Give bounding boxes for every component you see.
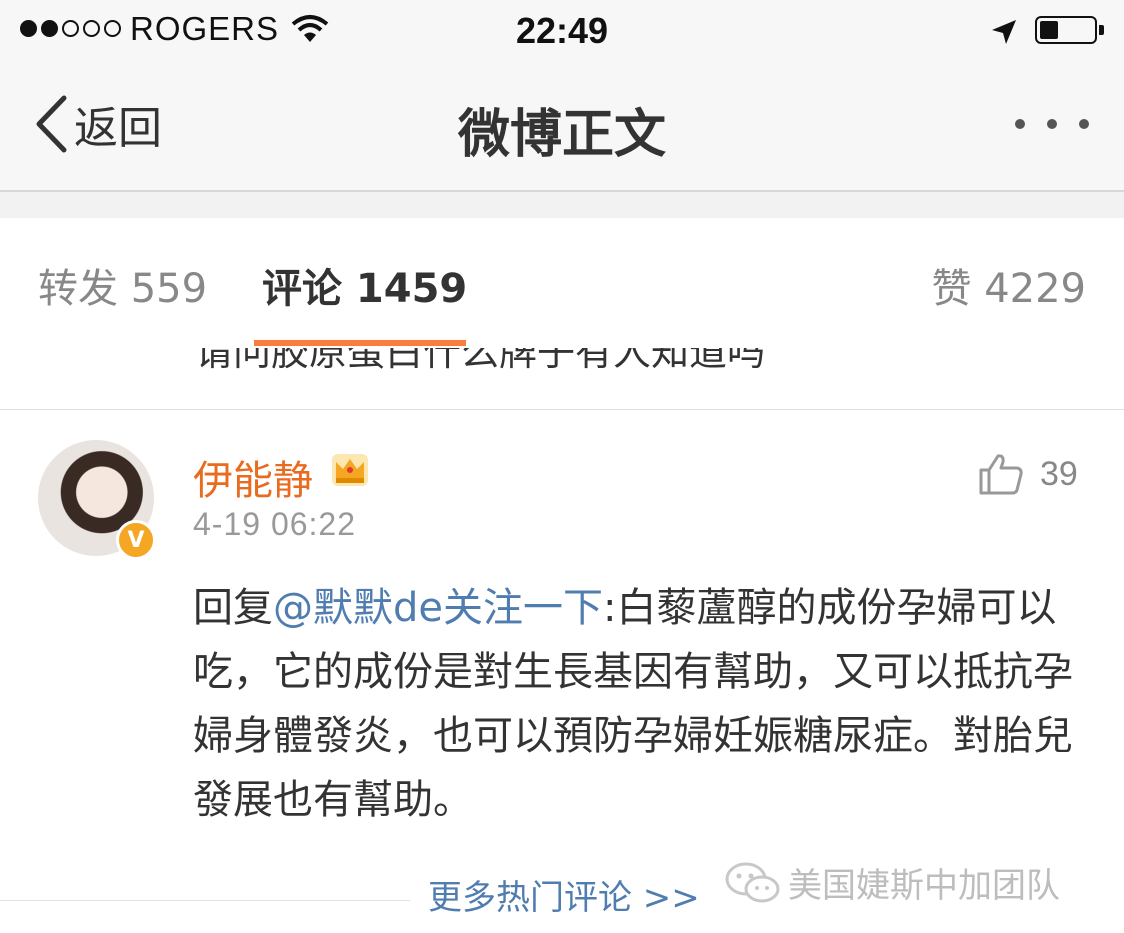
more-hot-comments-link[interactable]: 更多热门评论 >> [428, 870, 700, 919]
comment-username[interactable]: 伊能静 [193, 448, 313, 506]
divider [0, 900, 410, 901]
status-bar: ROGERS 22:49 [0, 0, 1124, 64]
wechat-icon [725, 862, 780, 902]
comment-text: 回复@默默de关注一下:白藜蘆醇的成份孕婦可以吃，它的成份是對生長基因有幫助，又… [193, 576, 1073, 832]
tab-reposts[interactable]: 转发 559 [38, 256, 207, 314]
reply-prefix: 回复 [193, 585, 273, 631]
battery-icon [1035, 16, 1097, 44]
thumbs-up-icon [979, 454, 1023, 495]
like-count: 39 [1040, 454, 1078, 493]
watermark-text: 美国婕斯中加团队 [788, 866, 1060, 906]
tab-comments[interactable]: 评论 1459 [262, 256, 467, 314]
divider [0, 409, 1124, 410]
mention-link[interactable]: @默默de关注一下 [273, 585, 603, 631]
location-arrow-icon [992, 20, 1016, 44]
crown-icon [332, 454, 368, 486]
verified-badge-icon: V [116, 520, 156, 560]
active-tab-indicator [254, 340, 466, 346]
comment-list: 请问胶原蛋白什么牌子有人知道吗 V 伊能静 4-19 06:22 39 回复@默… [0, 348, 1124, 933]
battery-tip [1099, 25, 1104, 35]
watermark: 美国婕斯中加团队 [724, 858, 1060, 907]
status-time: 22:49 [515, 10, 609, 51]
comment-timestamp: 4-19 06:22 [193, 506, 357, 542]
like-button[interactable]: 39 [978, 452, 1078, 496]
tab-likes[interactable]: 赞 4229 [931, 256, 1086, 314]
more-dots-icon[interactable] [1015, 119, 1089, 129]
page-title: 微博正文 [457, 105, 666, 165]
tab-bar: 转发 559 评论 1459 赞 4229 [0, 218, 1124, 349]
previous-comment-text: 请问胶原蛋白什么牌子有人知道吗 [195, 348, 766, 374]
navigation-bar: 返回 微博正文 [0, 64, 1124, 192]
